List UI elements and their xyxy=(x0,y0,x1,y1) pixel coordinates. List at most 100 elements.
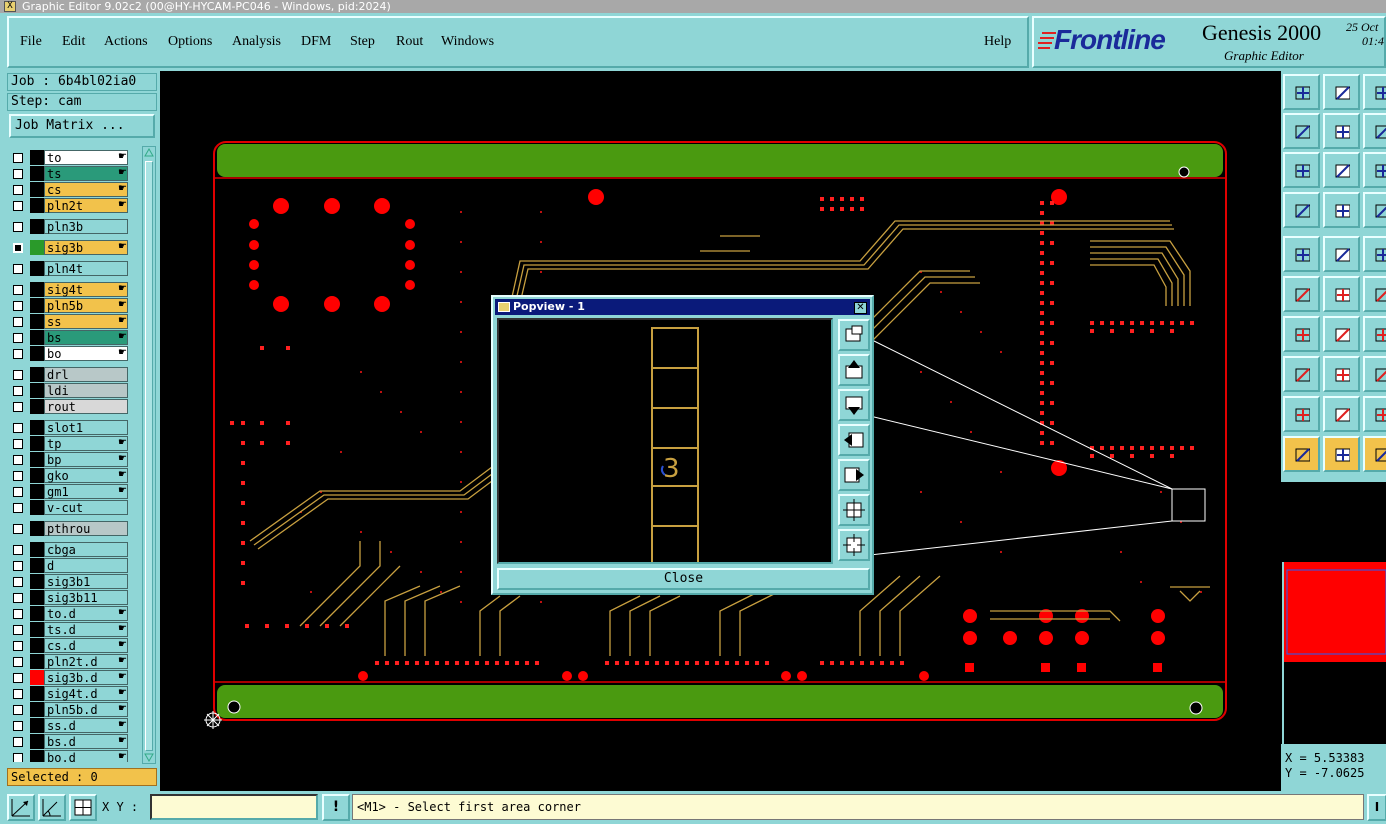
layer-row-d[interactable]: d xyxy=(8,558,130,573)
layer-name[interactable]: d xyxy=(44,558,128,573)
tool-button-arc[interactable] xyxy=(1363,316,1386,352)
layer-name[interactable]: gko xyxy=(44,468,128,483)
layer-checkbox[interactable] xyxy=(13,153,23,163)
xy-input[interactable] xyxy=(150,794,318,820)
layer-row-to[interactable]: to ☛ xyxy=(8,150,130,165)
layer-color-swatch[interactable] xyxy=(30,606,44,621)
layer-list-scrollbar[interactable] xyxy=(142,146,156,764)
tool-button-pointer-red[interactable] xyxy=(1323,436,1360,472)
layer-name[interactable]: to.d xyxy=(44,606,128,621)
tool-button-line-add[interactable] xyxy=(1283,316,1320,352)
layer-row-ss.d[interactable]: ss.d ☛ xyxy=(8,718,130,733)
app-x-icon[interactable]: X xyxy=(4,1,16,12)
layer-name[interactable]: ldi xyxy=(44,383,128,398)
layer-color-swatch[interactable] xyxy=(30,622,44,637)
layer-name[interactable]: ts.d xyxy=(44,622,128,637)
snap-mode-button[interactable] xyxy=(7,794,35,821)
layer-color-swatch[interactable] xyxy=(30,367,44,382)
layer-name[interactable]: sig3b xyxy=(44,240,128,255)
layer-checkbox[interactable] xyxy=(13,423,23,433)
layer-name[interactable]: pln2t.d xyxy=(44,654,128,669)
layer-row-pln5b[interactable]: pln5b ☛ xyxy=(8,298,130,313)
layer-checkbox[interactable] xyxy=(13,222,23,232)
tool-button-polygon[interactable] xyxy=(1323,396,1360,432)
tool-button-grid[interactable] xyxy=(1323,192,1360,228)
layer-color-swatch[interactable] xyxy=(30,542,44,557)
layer-name[interactable]: sig3b.d xyxy=(44,670,128,685)
layer-color-swatch[interactable] xyxy=(30,420,44,435)
layer-color-swatch[interactable] xyxy=(30,750,44,762)
layer-checkbox[interactable] xyxy=(13,593,23,603)
layer-name[interactable]: pln2t xyxy=(44,198,128,213)
layer-name[interactable]: cbga xyxy=(44,542,128,557)
popview-pan-right-button[interactable] xyxy=(838,459,870,491)
tool-button-ratio[interactable] xyxy=(1363,152,1386,188)
tool-button-home[interactable] xyxy=(1363,74,1386,110)
menu-rout[interactable]: Rout xyxy=(396,34,423,50)
layer-checkbox[interactable] xyxy=(13,545,23,555)
snap-angle-button[interactable] xyxy=(38,794,66,821)
menu-step[interactable]: Step xyxy=(350,34,375,50)
layer-color-swatch[interactable] xyxy=(30,399,44,414)
close-icon[interactable]: ✕ xyxy=(854,302,867,314)
layer-checkbox[interactable] xyxy=(13,349,23,359)
layer-row-cs[interactable]: cs ☛ xyxy=(8,182,130,197)
layer-checkbox[interactable] xyxy=(13,471,23,481)
scroll-down-icon[interactable] xyxy=(144,752,154,762)
layer-name[interactable]: bo xyxy=(44,346,128,361)
tool-button-ruler[interactable] xyxy=(1363,236,1386,272)
menu-actions[interactable]: Actions xyxy=(104,34,148,50)
scroll-up-icon[interactable] xyxy=(144,148,154,158)
layer-color-swatch[interactable] xyxy=(30,240,44,255)
tool-button-triangle[interactable] xyxy=(1283,396,1320,432)
layer-row-drl[interactable]: drl xyxy=(8,367,130,382)
layer-name[interactable]: ts xyxy=(44,166,128,181)
tool-button-settings[interactable] xyxy=(1283,192,1320,228)
layer-checkbox[interactable] xyxy=(13,243,23,253)
tool-button-measure[interactable] xyxy=(1363,192,1386,228)
layer-row-sig3b[interactable]: sig3b ☛ xyxy=(8,240,130,255)
popview-zoom-home-button[interactable] xyxy=(838,319,870,351)
job-matrix-button[interactable]: Job Matrix ... xyxy=(9,114,155,138)
layer-row-pln5b.d[interactable]: pln5b.d ☛ xyxy=(8,702,130,717)
layer-name[interactable]: ss xyxy=(44,314,128,329)
layer-color-swatch[interactable] xyxy=(30,500,44,515)
layer-checkbox[interactable] xyxy=(13,689,23,699)
layer-color-swatch[interactable] xyxy=(30,166,44,181)
layer-checkbox[interactable] xyxy=(13,333,23,343)
layer-name[interactable]: pthrou xyxy=(44,521,128,536)
layer-row-cbga[interactable]: cbga xyxy=(8,542,130,557)
layer-checkbox[interactable] xyxy=(13,503,23,513)
layer-row-pln2t[interactable]: pln2t ☛ xyxy=(8,198,130,213)
menu-file[interactable]: File xyxy=(20,34,42,50)
layer-checkbox[interactable] xyxy=(13,402,23,412)
layer-color-swatch[interactable] xyxy=(30,436,44,451)
exclaim-button[interactable]: ! xyxy=(322,794,350,821)
layer-name[interactable]: v-cut xyxy=(44,500,128,515)
tool-button-undo-view[interactable] xyxy=(1363,113,1386,149)
layer-name[interactable]: gm1 xyxy=(44,484,128,499)
layer-checkbox[interactable] xyxy=(13,285,23,295)
layer-row-bs[interactable]: bs ☛ xyxy=(8,330,130,345)
tool-button-pointer[interactable] xyxy=(1283,436,1320,472)
layer-checkbox[interactable] xyxy=(13,673,23,683)
layer-row-v-cut[interactable]: v-cut xyxy=(8,500,130,515)
layer-checkbox[interactable] xyxy=(13,609,23,619)
layer-color-swatch[interactable] xyxy=(30,261,44,276)
layer-checkbox[interactable] xyxy=(13,264,23,274)
layer-color-swatch[interactable] xyxy=(30,654,44,669)
layer-color-swatch[interactable] xyxy=(30,686,44,701)
layer-color-swatch[interactable] xyxy=(30,452,44,467)
layer-checkbox[interactable] xyxy=(13,641,23,651)
layer-name[interactable]: bs.d xyxy=(44,734,128,749)
layer-row-ss[interactable]: ss ☛ xyxy=(8,314,130,329)
layer-color-swatch[interactable] xyxy=(30,670,44,685)
popview-pan-left-button[interactable] xyxy=(838,424,870,456)
layer-row-gko[interactable]: gko ☛ xyxy=(8,468,130,483)
layer-name[interactable]: bo.d xyxy=(44,750,128,762)
layer-color-swatch[interactable] xyxy=(30,346,44,361)
layer-name[interactable]: pln3b xyxy=(44,219,128,234)
layer-checkbox[interactable] xyxy=(13,370,23,380)
layer-checkbox[interactable] xyxy=(13,386,23,396)
layer-row-pln3b[interactable]: pln3b xyxy=(8,219,130,234)
